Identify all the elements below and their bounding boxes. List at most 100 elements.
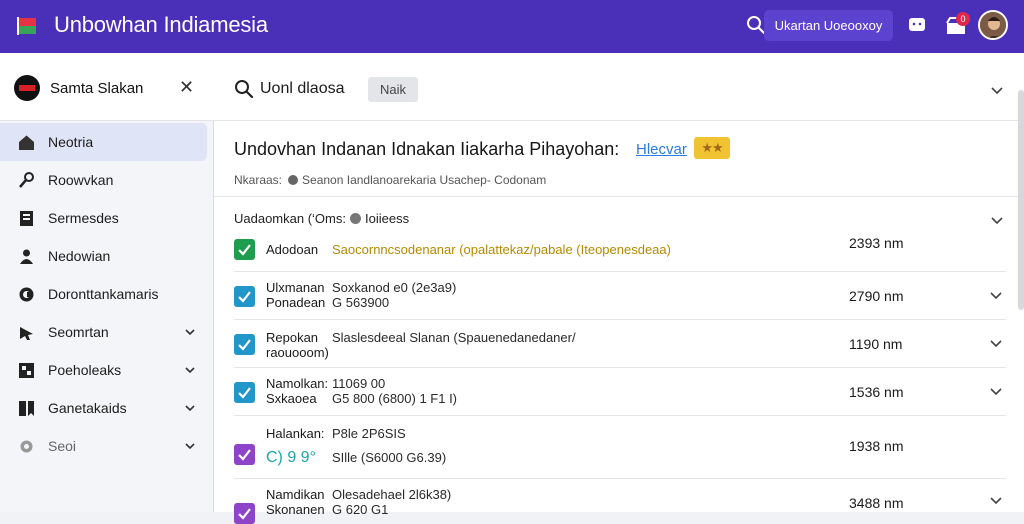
avatar[interactable] xyxy=(978,10,1008,40)
list-header-label: Uadaomkan (‘Oms: xyxy=(234,211,346,226)
sidebar-item-neotria[interactable]: Neotria xyxy=(0,123,214,161)
chat-icon[interactable] xyxy=(907,15,927,35)
sidebar: Samta Slakan ✕ Neotria Roowvkan Sermesde… xyxy=(0,53,214,512)
row-desc: P8le 2P6SIS xyxy=(332,426,406,441)
row-desc: Saocornncsodenanar (opalattekaz/pabale (… xyxy=(332,242,671,257)
page-title: Undovhan Indanan Idnakan Iiakarha Pihayo… xyxy=(234,139,620,159)
sidebar-item-ganetakaids[interactable]: Ganetakaids xyxy=(0,389,214,427)
row-value: 1536 nm xyxy=(849,384,904,400)
search-icon[interactable] xyxy=(746,15,766,35)
grid-icon xyxy=(19,363,34,378)
flag-icon xyxy=(17,17,36,35)
chevron-down-icon[interactable] xyxy=(989,493,1003,507)
page-link[interactable]: Hlecvar xyxy=(636,141,687,158)
chevron-down-icon[interactable] xyxy=(990,213,1004,227)
row-value: 1190 nm xyxy=(849,336,903,352)
chevron-down-icon[interactable] xyxy=(989,336,1003,350)
row-value: 3488 nm xyxy=(849,495,904,511)
sidebar-item-doronttankamaris[interactable]: Doronttankamaris xyxy=(0,275,214,313)
top-search-button[interactable]: Ukartan Uoeooxoy xyxy=(764,10,893,41)
row-name: Repokan raouooom) xyxy=(266,330,329,360)
list-item[interactable]: Halankan: P8le 2P6SIS C) 9 9° SIlle (S60… xyxy=(234,416,1006,479)
row-desc: Olesadehael 2l6k38) G 620 G1 xyxy=(332,487,452,517)
sidebar-item-label: Ganetakaids xyxy=(48,400,127,416)
arrow-icon xyxy=(20,327,33,340)
search-filter-tag[interactable]: Naik xyxy=(368,77,418,102)
row-value: 2393 nm xyxy=(849,235,904,251)
search-bar: Uonl dlaosa Naik xyxy=(214,53,1024,121)
wrench-icon xyxy=(19,172,34,188)
sidebar-item-label: Sermesdes xyxy=(48,210,119,226)
checkbox[interactable] xyxy=(234,503,255,524)
scrollbar[interactable] xyxy=(1018,90,1024,310)
workspace-logo-icon xyxy=(14,75,40,101)
circle-c-icon xyxy=(19,287,34,302)
close-icon[interactable]: ✕ xyxy=(179,78,194,96)
row-desc: Slaslesdeeal Slanan (Spauenedanedaner/ xyxy=(332,330,576,345)
settings-icon xyxy=(20,440,33,453)
sidebar-item-label: Neotria xyxy=(48,134,94,150)
list-item[interactable]: Repokan raouooom) Slaslesdeeal Slanan (S… xyxy=(234,320,1006,368)
sidebar-item-poeholeaks[interactable]: Poeholeaks xyxy=(0,351,214,389)
sidebar-item-nedowian[interactable]: Nedowian xyxy=(0,237,214,275)
list-item[interactable]: Namolkan: Sxkaoea 11069 00 G5 800 (6800)… xyxy=(234,368,1006,416)
list-header-value: Ioiieess xyxy=(364,211,410,226)
sidebar-item-roowvkan[interactable]: Roowvkan xyxy=(0,161,214,199)
sidebar-item-label: Doronttankamaris xyxy=(48,286,159,302)
list-item[interactable]: Ulxmanan Ponadean Soxkanod e0 (2e3a9) G … xyxy=(234,272,1006,320)
sidebar-item-label: Seoi xyxy=(48,438,77,454)
row-desc: 11069 00 G5 800 (6800) 1 F1 I) xyxy=(332,376,458,406)
page-meta: Nkaraas: Seanon Iandlanoarekaria Usachep­… xyxy=(234,173,546,187)
checkbox[interactable] xyxy=(234,382,255,403)
info-icon xyxy=(288,175,299,185)
rating-badge: ★★ xyxy=(694,137,730,159)
search-icon[interactable] xyxy=(234,79,254,99)
main-content: Uonl dlaosa Naik Undovhan Indanan Idnaka… xyxy=(214,53,1024,524)
sidebar-header: Samta Slakan ✕ xyxy=(0,53,214,121)
notification-badge: 0 xyxy=(956,12,970,26)
list-header: Uadaomkan (‘Oms: Ioiieess xyxy=(234,211,409,226)
row-value: 1938 nm xyxy=(849,438,904,454)
chevron-down-icon[interactable] xyxy=(989,384,1003,398)
sidebar-item-label: Poeholeaks xyxy=(48,362,122,378)
sidebar-item-sermesdes[interactable]: Sermesdes xyxy=(0,199,214,237)
list-item[interactable]: Adodoan Saocornncsodenanar (opalattekaz/… xyxy=(234,233,1006,272)
home-icon xyxy=(19,135,34,150)
row-name: Ulxmanan Ponadean xyxy=(266,280,326,310)
row-desc-secondary: SIlle (S6000 G6.39) xyxy=(332,450,447,465)
row-name: Namolkan: Sxkaoea xyxy=(266,376,329,406)
list-item[interactable]: Namdikan Skonanen Olesadehael 2l6k38) G … xyxy=(234,479,1006,524)
row-value: 2790 nm xyxy=(849,288,904,304)
sidebar-item-seoi[interactable]: Seoi xyxy=(0,427,214,465)
search-input[interactable]: Uonl dlaosa xyxy=(260,80,345,98)
chevron-down-icon[interactable] xyxy=(184,440,196,452)
chevron-down-icon[interactable] xyxy=(184,364,196,376)
row-name: Halankan: xyxy=(266,426,325,441)
sidebar-item-label: Roowvkan xyxy=(48,172,114,188)
sidebar-item-label: Seomrtan xyxy=(48,324,109,340)
sidebar-item-seomrtan[interactable]: Seomrtan xyxy=(0,313,214,351)
checkbox[interactable] xyxy=(234,334,255,355)
page-header: Undovhan Indanan Idnakan Iiakarha Pihayo… xyxy=(214,121,1024,197)
chevron-down-icon[interactable] xyxy=(184,326,196,338)
row-name: Adodoan xyxy=(266,242,319,257)
checkbox[interactable] xyxy=(234,239,255,260)
sidebar-item-label: Nedowian xyxy=(48,248,111,264)
chevron-down-icon[interactable] xyxy=(184,402,196,414)
bookmark-icon xyxy=(19,401,34,416)
meta-text: Seanon Iandlanoarekaria Usachep­- Codona… xyxy=(302,173,547,187)
chevron-down-icon[interactable] xyxy=(990,83,1004,97)
row-status: C) 9 9° xyxy=(266,449,316,466)
chevron-down-icon[interactable] xyxy=(989,288,1003,302)
app-title: Unbowhan Indiamesia xyxy=(54,12,268,37)
checkbox[interactable] xyxy=(234,286,255,307)
book-icon xyxy=(20,211,33,226)
checkbox[interactable] xyxy=(234,444,255,465)
person-icon xyxy=(20,249,33,264)
meta-label: Nkaraas: xyxy=(234,173,283,187)
info-icon xyxy=(349,213,361,224)
row-desc: Soxkanod e0 (2e3a9) G 563900 xyxy=(332,280,457,310)
sidebar-title: Samta Slakan xyxy=(50,80,144,97)
top-bar: Unbowhan Indiamesia Ukartan Uoeooxoy 0 xyxy=(0,0,1024,53)
row-name: Namdikan Skonanen xyxy=(266,487,325,517)
